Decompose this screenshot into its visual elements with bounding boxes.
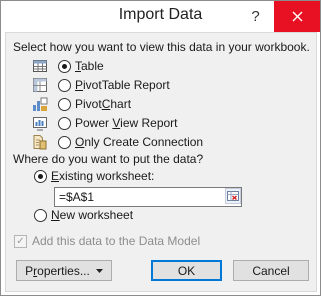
table-icon [33,60,47,72]
radio-existing-worksheet[interactable] [34,170,47,183]
option-existing-worksheet[interactable]: Existing worksheet: [30,169,230,185]
ok-label: OK [177,263,196,278]
option-table-label: Table [75,59,104,73]
view-heading: Select how you want to view this data in… [13,40,310,54]
radio-table[interactable] [58,60,71,73]
radio-power-view[interactable] [58,117,71,130]
title-bar: Import Data ? [1,1,320,32]
radio-pivotchart[interactable] [58,98,71,111]
option-pivottable-label: PivotTable Report [75,78,170,92]
pivotchart-icon [33,97,48,111]
existing-worksheet-label: Existing worksheet: [51,169,155,183]
option-pivotchart[interactable]: PivotChart [6,95,306,113]
radio-new-worksheet[interactable] [34,209,47,222]
data-model-label: Add this data to the Data Model [32,234,201,248]
help-icon: ? [251,8,260,25]
import-data-dialog: Import Data ? Select how you want to vie… [0,0,321,296]
option-table[interactable]: Table [6,57,306,75]
radio-only-connection[interactable] [58,136,71,149]
cancel-label: Cancel [252,263,290,278]
pivottable-icon [33,78,47,92]
option-pivottable[interactable]: PivotTable Report [6,76,306,94]
help-button[interactable]: ? [238,1,273,32]
ok-button[interactable]: OK [151,260,222,281]
option-new-worksheet[interactable]: New worksheet [30,208,230,224]
power-view-icon [33,117,47,131]
dropdown-arrow-icon [95,268,103,273]
data-model-checkbox[interactable]: ✓ [14,235,27,248]
data-model-option[interactable]: ✓ Add this data to the Data Model [14,234,254,250]
properties-button[interactable]: Properties... [16,260,112,281]
new-worksheet-label: New worksheet [51,208,134,222]
collapse-dialog-button[interactable] [225,188,241,204]
close-button[interactable] [274,1,320,32]
close-icon [292,11,302,22]
dialog-body: Select how you want to view this data in… [5,32,317,292]
option-only-connection-label: Only Create Connection [75,135,204,149]
radio-pivottable[interactable] [58,79,71,92]
option-pivotchart-label: PivotChart [75,97,132,111]
cancel-button[interactable]: Cancel [233,260,309,281]
connection-icon [33,135,47,150]
option-power-view-label: Power View Report [75,116,178,130]
range-input[interactable]: =$A$1 [54,187,242,207]
location-heading: Where do you want to put the data? [13,152,204,166]
option-only-connection[interactable]: Only Create Connection [6,133,306,151]
option-power-view[interactable]: Power View Report [6,114,306,132]
range-selector-icon [227,191,239,201]
properties-label: Properties... [25,263,90,278]
